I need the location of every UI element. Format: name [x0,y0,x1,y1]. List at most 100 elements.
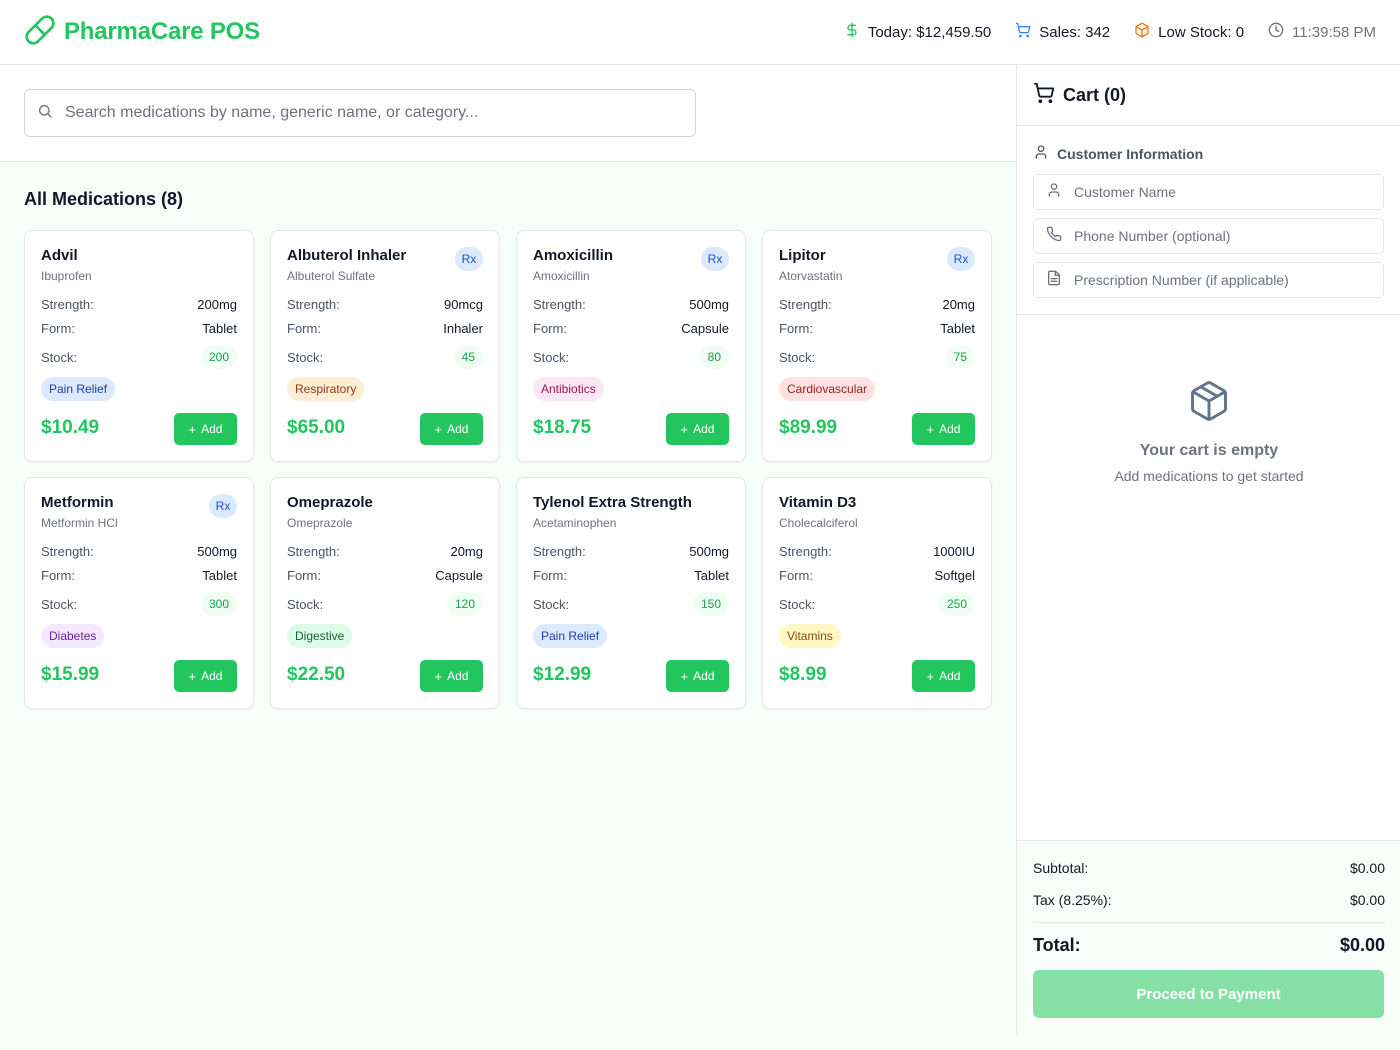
add-to-cart-button[interactable]: + Add [174,413,237,445]
medication-name: Lipitor [779,247,826,264]
stock-label: Stock: [533,349,570,365]
strength-label: Strength: [779,544,832,559]
stock-badge: 250 [938,592,975,616]
empty-cart-subtitle: Add medications to get started [1114,468,1304,484]
clock-text: 11:39:58 PM [1292,23,1376,41]
customer-info-title: Customer Information [1033,144,1203,163]
medication-card: Amoxicillin Amoxicillin Rx Strength: 500mg Fo… [516,230,746,462]
strength-row: Strength: 500mg [533,297,729,312]
strength-row: Strength: 90mcg [287,297,483,312]
stock-badge: 150 [692,592,729,616]
stock-badge: 80 [699,345,729,369]
subtotal-label: Subtotal: [1033,860,1089,876]
add-to-cart-button[interactable]: + Add [666,660,729,692]
strength-label: Strength: [287,544,340,559]
customer-name-field[interactable] [1033,174,1384,210]
add-to-cart-button[interactable]: + Add [174,660,237,692]
empty-cart: Your cart is empty Add medications to ge… [1017,379,1400,484]
price: $8.99 [779,664,827,685]
strength-label: Strength: [533,297,586,312]
tax-row: Tax (8.25%): $0.00 [1033,892,1385,908]
clock: 11:39:58 PM [1268,22,1376,42]
tax-label: Tax (8.25%): [1033,892,1112,908]
plus-icon: + [680,668,689,684]
stock-label: Stock: [779,596,816,612]
form-value: Tablet [202,568,237,583]
plus-icon: + [926,421,935,437]
stock-row: Stock: 250 [779,592,975,616]
add-to-cart-button[interactable]: + Add [912,660,975,692]
form-label: Form: [533,568,567,583]
add-to-cart-button[interactable]: + Add [912,413,975,445]
form-row: Form: Softgel [779,568,975,583]
cart-panel: Cart (0) Customer Information Customer N… [1016,65,1400,1035]
price: $22.50 [287,664,346,685]
medication-name: Amoxicillin [533,247,614,264]
category-badge: Digestive [287,624,353,648]
medication-card: Albuterol Inhaler Albuterol Sulfate Rx Stre… [270,230,500,462]
search-icon [37,103,53,124]
add-to-cart-button[interactable]: + Add [666,413,729,445]
price: $18.75 [533,417,592,438]
stock-badge: 120 [446,592,483,616]
cart-summary: Subtotal: $0.00 Tax (8.25%): $0.00 Total… [1017,840,1400,1035]
strength-value: 20mg [450,544,483,559]
total-row: Total: $0.00 [1033,935,1385,956]
search-input[interactable] [65,104,665,122]
proceed-to-payment-button[interactable]: Proceed to Payment [1033,970,1384,1018]
stock-row: Stock: 200 [41,345,237,369]
strength-value: 500mg [689,297,729,312]
phone-icon [1046,226,1062,247]
prescription-input[interactable] [1074,272,1374,288]
generic-name: Cholecalciferol [779,516,858,530]
form-label: Form: [41,568,75,583]
phone-field[interactable] [1033,218,1384,254]
strength-label: Strength: [779,297,832,312]
today-revenue: Today: $12,459.50 [844,22,991,42]
stock-badge: 300 [200,592,237,616]
stock-row: Stock: 120 [287,592,483,616]
section-title: All Medications (8) [24,189,184,209]
medication-name: Metformin [41,494,114,511]
strength-value: 20mg [942,297,975,312]
add-button-label: Add [447,422,469,436]
price: $89.99 [779,417,838,438]
generic-name: Omeprazole [287,516,353,530]
stock-label: Stock: [779,349,816,365]
cart-icon [1015,22,1039,42]
strength-value: 200mg [197,297,237,312]
package-icon [1187,381,1231,427]
user-icon [1033,144,1057,163]
stock-row: Stock: 80 [533,345,729,369]
stock-badge: 45 [453,345,483,369]
cart-icon [1033,82,1055,109]
form-row: Form: Tablet [533,568,729,583]
medication-name: Advil [41,247,78,264]
strength-value: 500mg [197,544,237,559]
prescription-field[interactable] [1033,262,1384,298]
strength-row: Strength: 1000IU [779,544,975,559]
dollar-icon [844,22,868,42]
strength-row: Strength: 500mg [41,544,237,559]
add-to-cart-button[interactable]: + Add [420,413,483,445]
strength-label: Strength: [533,544,586,559]
category-badge: Antibiotics [533,377,604,401]
strength-row: Strength: 20mg [779,297,975,312]
phone-input[interactable] [1074,228,1374,244]
price: $15.99 [41,664,100,685]
strength-label: Strength: [287,297,340,312]
add-to-cart-button[interactable]: + Add [420,660,483,692]
stock-label: Stock: [41,596,78,612]
form-row: Form: Tablet [41,568,237,583]
search-box[interactable] [24,89,696,137]
stock-row: Stock: 300 [41,592,237,616]
summary-divider [1033,922,1385,923]
category-badge: Respiratory [287,377,365,401]
low-stock: Low Stock: 0 [1134,22,1244,42]
pill-icon [24,14,56,51]
plus-icon: + [434,421,443,437]
customer-name-input[interactable] [1074,184,1374,200]
form-label: Form: [287,321,321,336]
plus-icon: + [188,668,197,684]
header-stats: Today: $12,459.50 Sales: 342 Low Stock: … [820,20,1376,44]
